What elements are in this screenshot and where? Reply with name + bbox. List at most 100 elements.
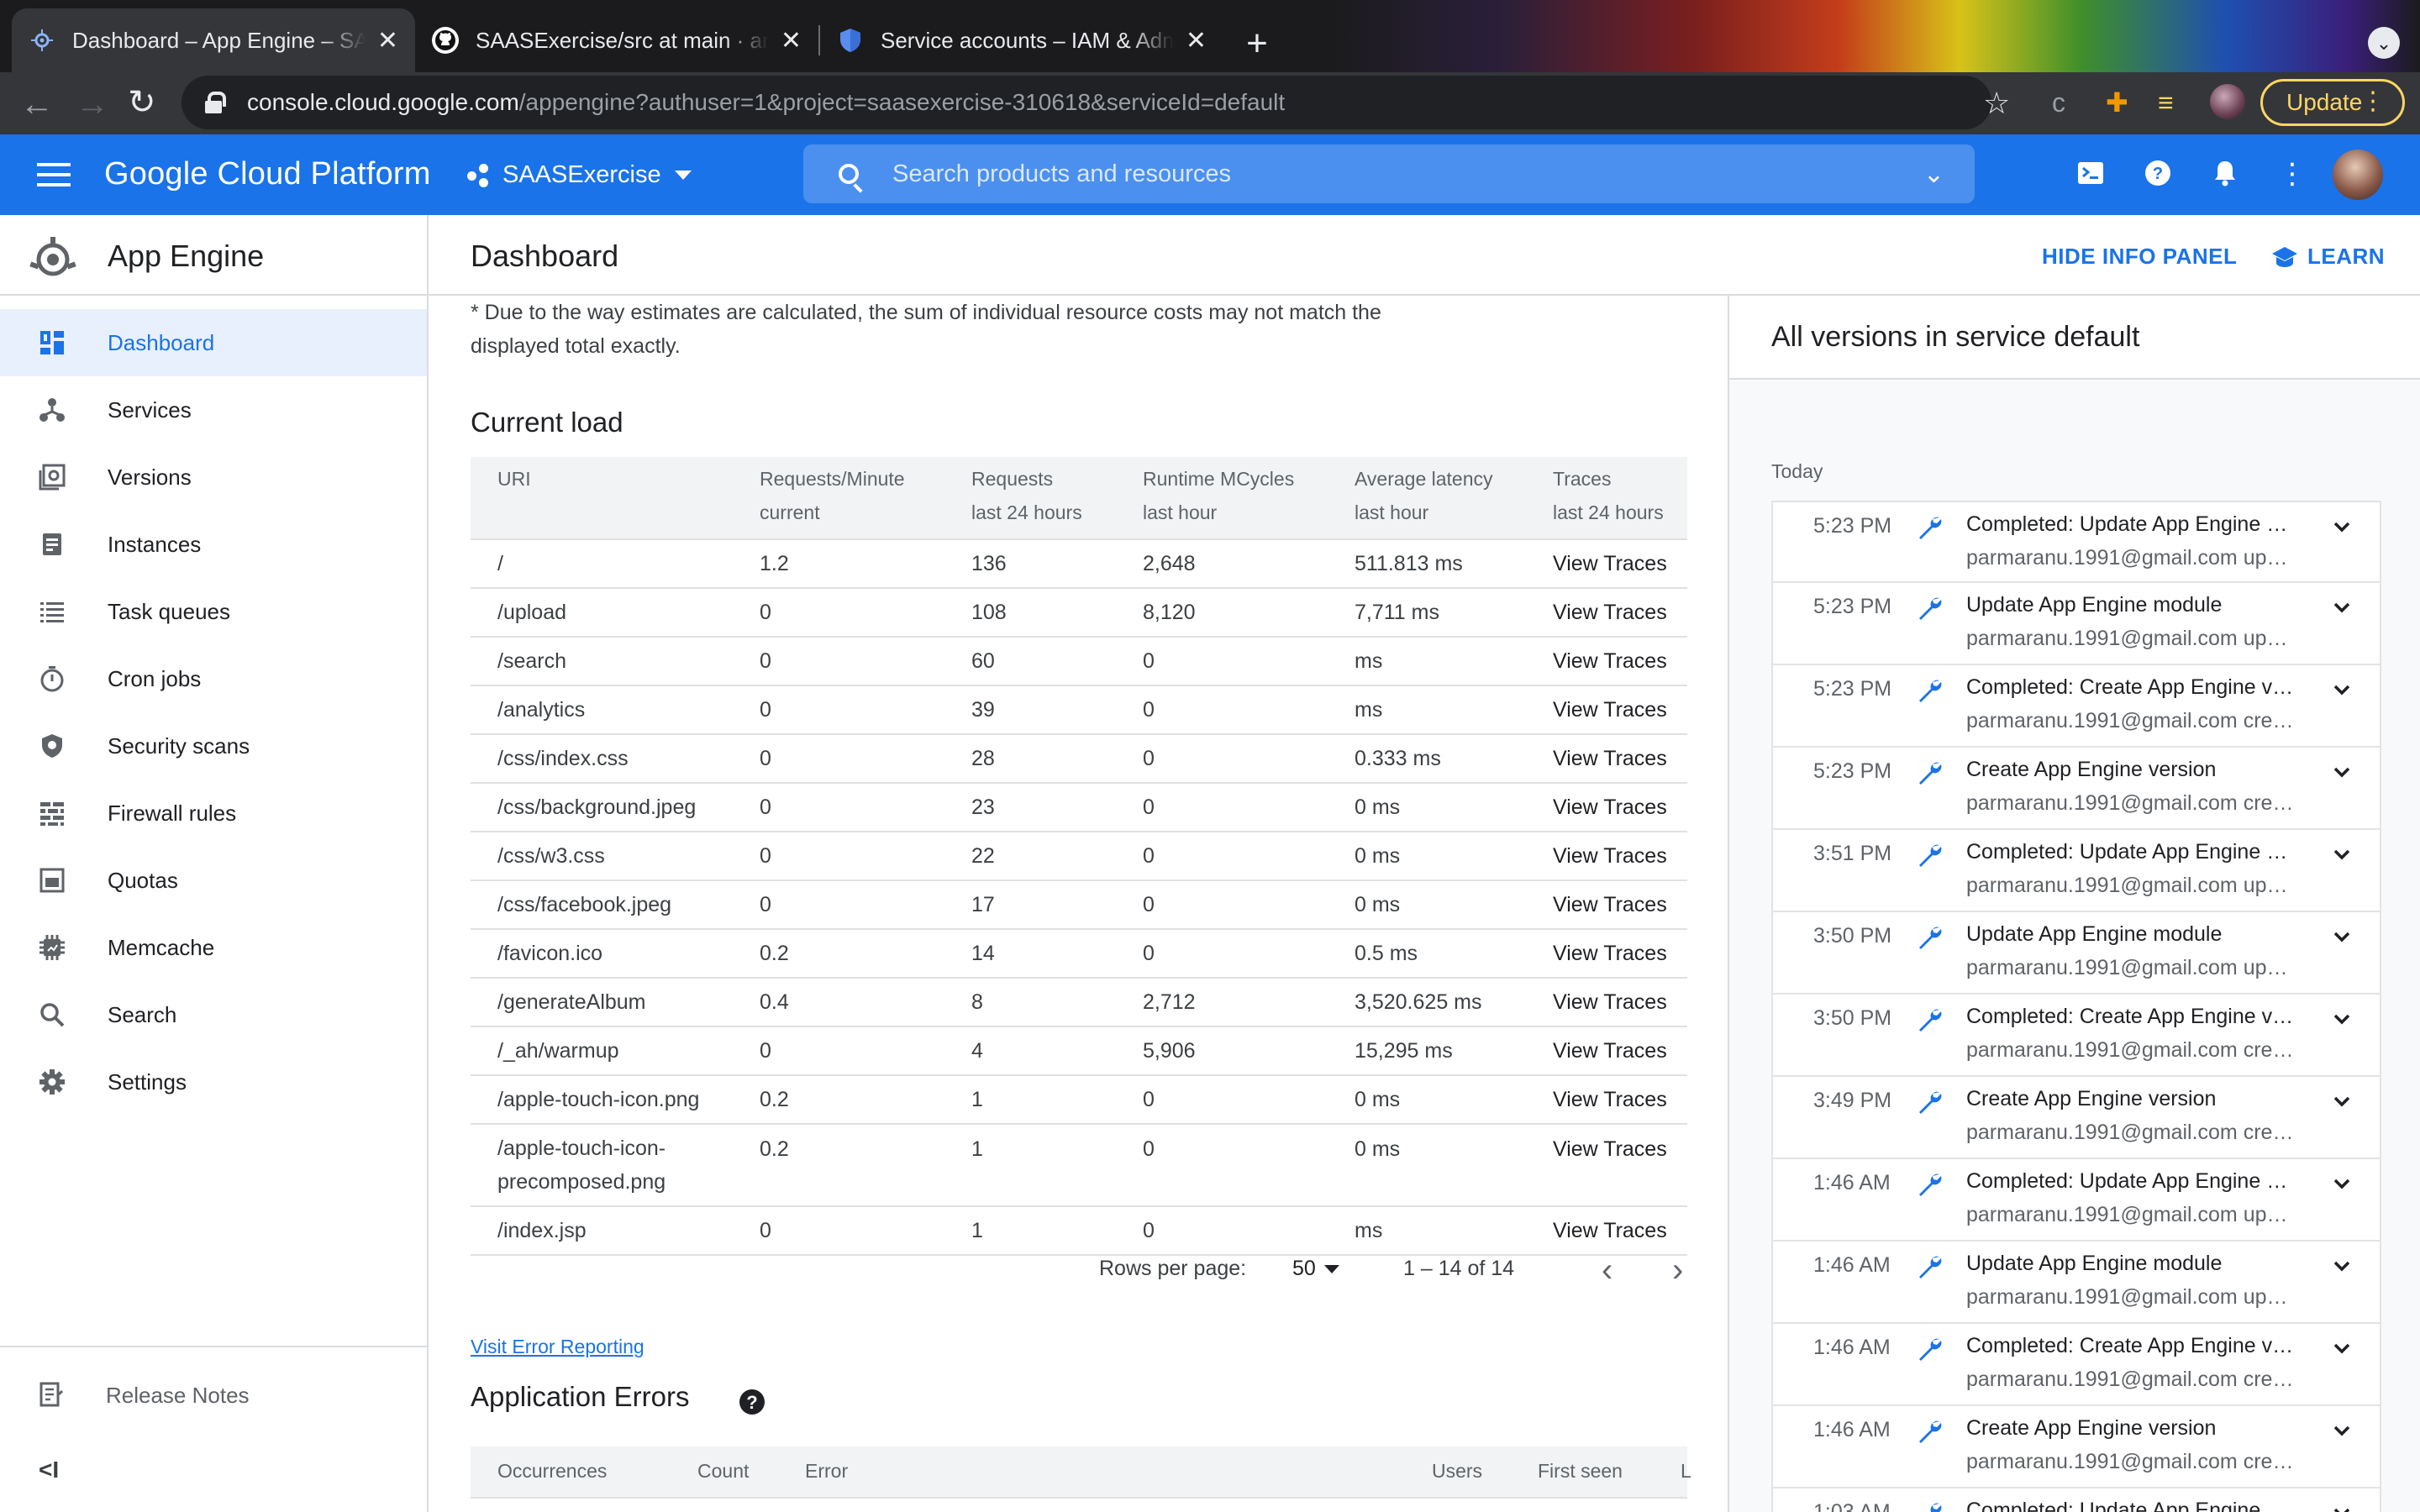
extension-c-icon[interactable]: c xyxy=(2052,87,2065,118)
activity-item[interactable]: 1:46 AM Completed: Update App Engine modu… xyxy=(1771,1159,2381,1242)
activity-item[interactable]: 1:03 AM Completed: Update App Engine modu… xyxy=(1771,1488,2381,1512)
column-header-count[interactable]: Count xyxy=(697,1460,749,1483)
view-traces-link[interactable]: View Traces xyxy=(1553,733,1687,783)
column-header-last-seen[interactable]: L xyxy=(1681,1460,1691,1483)
cloud-shell-icon[interactable] xyxy=(2075,159,2106,189)
reload-icon[interactable]: ↻ xyxy=(128,86,156,119)
expand-icon[interactable] xyxy=(2329,1336,2354,1361)
expand-icon[interactable] xyxy=(2329,759,2354,785)
column-header-error[interactable]: Error xyxy=(805,1460,848,1483)
view-traces-link[interactable]: View Traces xyxy=(1553,977,1687,1026)
collapse-nav-icon[interactable]: <I xyxy=(39,1457,59,1483)
view-traces-link[interactable]: View Traces xyxy=(1553,587,1687,637)
activity-item[interactable]: 5:23 PM Completed: Create App Engine vers… xyxy=(1771,665,2381,748)
view-traces-link[interactable]: View Traces xyxy=(1553,1205,1687,1256)
column-header-requests-minute[interactable]: Requests/Minute current xyxy=(760,457,971,539)
view-traces-link[interactable]: View Traces xyxy=(1553,928,1687,978)
view-traces-link[interactable]: View Traces xyxy=(1553,1026,1687,1075)
expand-icon[interactable] xyxy=(2329,1089,2354,1114)
view-traces-link[interactable]: View Traces xyxy=(1553,1074,1687,1124)
profile-avatar[interactable] xyxy=(2210,84,2245,119)
sidebar-item-versions[interactable]: Versions xyxy=(0,444,427,511)
column-header-first-seen[interactable]: First seen xyxy=(1538,1460,1623,1483)
next-page-icon[interactable]: › xyxy=(1672,1252,1683,1289)
view-traces-link[interactable]: View Traces xyxy=(1553,879,1687,929)
sidebar-item-task-queues[interactable]: Task queues xyxy=(0,578,427,645)
expand-icon[interactable] xyxy=(2329,1253,2354,1278)
view-traces-link[interactable]: View Traces xyxy=(1553,685,1687,734)
update-button[interactable]: Update ⋮ xyxy=(2260,79,2405,126)
sidebar-item-services[interactable]: Services xyxy=(0,376,427,444)
close-icon[interactable]: ✕ xyxy=(377,26,398,55)
chevron-down-icon[interactable]: ⌄ xyxy=(1923,160,1944,189)
address-bar[interactable]: console.cloud.google.com/appengine?authu… xyxy=(182,76,1991,129)
expand-icon[interactable] xyxy=(2329,1006,2354,1032)
sidebar-item-instances[interactable]: Instances xyxy=(0,511,427,578)
help-icon[interactable]: ? xyxy=(2143,159,2173,189)
expand-icon[interactable] xyxy=(2329,677,2354,702)
back-icon[interactable]: ← xyxy=(20,87,54,121)
previous-page-icon[interactable]: ‹ xyxy=(1602,1252,1612,1289)
rows-per-page-select[interactable]: 50 xyxy=(1292,1257,1339,1281)
view-traces-link[interactable]: View Traces xyxy=(1553,1123,1687,1206)
learn-button[interactable]: LEARN xyxy=(2270,244,2385,270)
activity-item[interactable]: 3:50 PM Update App Engine module parmaranu… xyxy=(1771,912,2381,995)
tab-search-icon[interactable]: ⌄ xyxy=(2368,27,2400,59)
project-picker[interactable]: SAASExercise xyxy=(467,161,692,189)
sidebar-item-security-scans[interactable]: Security scans xyxy=(0,712,427,780)
column-header-average-latency[interactable]: Average latency last hour xyxy=(1355,457,1553,539)
forward-icon[interactable]: → xyxy=(76,87,109,121)
close-icon[interactable]: ✕ xyxy=(1186,26,1207,55)
activity-item[interactable]: 5:23 PM Update App Engine module parmaranu… xyxy=(1771,583,2381,665)
visit-error-reporting-link[interactable]: Visit Error Reporting xyxy=(471,1336,644,1358)
sidebar-item-search[interactable]: Search xyxy=(0,981,427,1048)
expand-icon[interactable] xyxy=(2329,514,2354,539)
column-header-users[interactable]: Users xyxy=(1432,1460,1482,1483)
tab-dashboard[interactable]: Dashboard – App Engine – SAASExercise – … xyxy=(12,8,415,72)
more-vert-icon[interactable]: ⋮ xyxy=(2277,159,2307,189)
expand-icon[interactable] xyxy=(2329,1418,2354,1443)
view-traces-link[interactable]: View Traces xyxy=(1553,538,1687,588)
account-avatar[interactable] xyxy=(2333,150,2383,200)
activity-item[interactable]: 3:50 PM Completed: Create App Engine vers… xyxy=(1771,995,2381,1077)
expand-icon[interactable] xyxy=(2329,924,2354,949)
column-header-occurrences[interactable]: Occurrences xyxy=(497,1460,607,1483)
column-header-requests[interactable]: Requests last 24 hours xyxy=(971,457,1143,539)
activity-item[interactable]: 5:23 PM Completed: Update App Engine modu… xyxy=(1771,501,2381,583)
expand-icon[interactable] xyxy=(2329,1171,2354,1196)
media-queue-icon[interactable]: ≡ xyxy=(2158,87,2174,118)
column-header-uri[interactable]: URI xyxy=(471,457,760,539)
column-header-traces[interactable]: Traces last 24 hours xyxy=(1553,457,1687,539)
new-tab-button[interactable]: + xyxy=(1237,25,1277,66)
help-icon[interactable]: ? xyxy=(739,1389,765,1415)
expand-icon[interactable] xyxy=(2329,842,2354,867)
sidebar-item-memcache[interactable]: Memcache xyxy=(0,914,427,981)
activity-item[interactable]: 1:46 AM Completed: Create App Engine vers… xyxy=(1771,1324,2381,1406)
menu-icon[interactable] xyxy=(37,163,71,186)
expand-icon[interactable] xyxy=(2329,595,2354,620)
view-traces-link[interactable]: View Traces xyxy=(1553,636,1687,685)
tab-service-accounts[interactable]: Service accounts – IAM & Admin ✕ xyxy=(820,8,1223,72)
close-icon[interactable]: ✕ xyxy=(781,26,802,55)
search-input[interactable] xyxy=(892,160,1817,188)
gcp-logo[interactable]: Google Cloud Platform xyxy=(104,156,431,192)
tab-github[interactable]: SAASExercise/src at main · anu ✕ xyxy=(415,8,818,72)
sidebar-item-firewall-rules[interactable]: Firewall rules xyxy=(0,780,427,847)
extensions-puzzle-icon[interactable]: ✚ xyxy=(2106,87,2128,118)
hide-info-panel-button[interactable]: HIDE INFO PANEL xyxy=(2042,244,2237,270)
bookmark-star-icon[interactable]: ☆ xyxy=(1983,86,2010,121)
view-traces-link[interactable]: View Traces xyxy=(1553,831,1687,880)
sidebar-item-quotas[interactable]: Quotas xyxy=(0,847,427,914)
activity-item[interactable]: 3:51 PM Completed: Update App Engine modu… xyxy=(1771,830,2381,912)
notifications-icon[interactable] xyxy=(2210,159,2240,189)
expand-icon[interactable] xyxy=(2329,1500,2354,1512)
activity-item[interactable]: 3:49 PM Create App Engine version parmaran… xyxy=(1771,1077,2381,1159)
view-traces-link[interactable]: View Traces xyxy=(1553,782,1687,832)
activity-item[interactable]: 5:23 PM Create App Engine version parmaran… xyxy=(1771,748,2381,830)
activity-item[interactable]: 1:46 AM Update App Engine module parmaranu… xyxy=(1771,1242,2381,1324)
activity-item[interactable]: 1:46 AM Create App Engine version parmaran… xyxy=(1771,1406,2381,1488)
sidebar-item-settings[interactable]: Settings xyxy=(0,1048,427,1116)
search-bar[interactable]: ⌄ xyxy=(803,144,1975,203)
release-notes-link[interactable]: Release Notes xyxy=(0,1366,427,1425)
sidebar-item-cron-jobs[interactable]: Cron jobs xyxy=(0,645,427,712)
